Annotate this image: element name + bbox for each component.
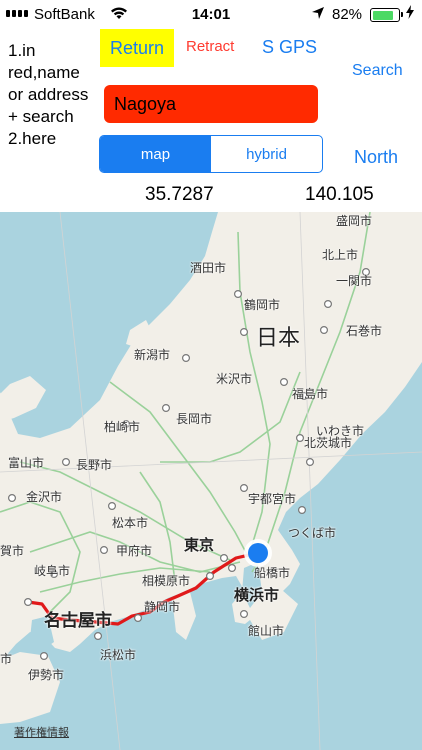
map-label-shizuoka: 静岡市: [144, 600, 181, 614]
north-button[interactable]: North: [354, 147, 398, 168]
instructions-text: 1.in red,name or address + search 2.here: [8, 41, 89, 148]
longitude-readout: 140.105: [305, 184, 374, 205]
map-type-segmented-control[interactable]: map hybrid: [99, 135, 323, 173]
map-attribution-link[interactable]: 著作権情報: [14, 724, 69, 740]
map-label-nagano: 長野市: [76, 458, 113, 472]
map-label-fukushima: 福島市: [292, 387, 329, 401]
map-label-tateyama: 館山市: [248, 624, 285, 638]
map-label-nagaoka: 長岡市: [176, 412, 213, 426]
map-label-ichinoseki: 一関市: [336, 274, 373, 288]
charging-bolt-icon: [406, 5, 414, 22]
map-label-kashiwazaki: 柏崎市: [104, 420, 141, 434]
map-label-morioka: 盛岡市: [336, 214, 373, 228]
map-type-hybrid-option[interactable]: hybrid: [211, 136, 322, 172]
map-label-funabashi: 船橋市: [254, 566, 291, 580]
map-label-ise: 伊勢市: [28, 668, 65, 682]
map-label-partial-left: 賀市: [0, 544, 25, 558]
place-search-input[interactable]: [104, 85, 318, 123]
map-label-tsukuba: つくば市: [288, 526, 337, 540]
map-label-tokyo: 東京: [184, 536, 215, 554]
map-label-utsunomiya: 宇都宮市: [248, 492, 297, 506]
map-label-kofu: 甲府市: [116, 544, 153, 558]
battery-icon: [370, 8, 403, 22]
latitude-readout: 35.7287: [145, 184, 214, 205]
map-view[interactable]: 盛岡市 酒田市 北上市 一関市 鶴岡市 日本 石巻市 新潟市 米沢市 福島市 柏…: [0, 212, 422, 750]
location-arrow-icon: [311, 6, 325, 24]
map-label-yokohama: 横浜市: [234, 586, 280, 604]
map-label-ishinomaki: 石巻市: [346, 324, 383, 338]
map-label-yonezawa: 米沢市: [216, 372, 253, 386]
s-gps-button[interactable]: S GPS: [262, 37, 317, 58]
map-label-kitaibaraki: 北茨城市: [304, 436, 353, 450]
map-label-gifu: 岐阜市: [34, 564, 71, 578]
map-label-tsuruoka: 鶴岡市: [244, 298, 281, 312]
search-button[interactable]: Search: [352, 62, 403, 80]
current-location-dot: [248, 543, 268, 563]
map-label-japan: 日本: [256, 326, 301, 351]
map-label-hamamatsu: 浜松市: [100, 648, 137, 662]
map-label-matsumoto: 松本市: [112, 516, 149, 530]
map-label-kitakami: 北上市: [322, 248, 359, 262]
map-label-nagoya: 名古屋市: [44, 611, 112, 631]
retract-button[interactable]: Retract: [186, 38, 234, 55]
map-label-kanazawa: 金沢市: [26, 490, 63, 504]
map-label-toyama: 富山市: [8, 456, 45, 470]
return-button[interactable]: Return: [100, 29, 174, 67]
battery-percent: 82%: [332, 6, 363, 23]
map-label-niigata: 新潟市: [134, 348, 171, 362]
map-label-sakata: 酒田市: [190, 261, 227, 275]
map-label-partial-bottom-left: 市: [0, 652, 13, 666]
map-label-sagamihara: 相模原市: [142, 574, 191, 588]
status-bar: SoftBank 14:01 82%: [0, 0, 422, 30]
map-type-map-option[interactable]: map: [100, 136, 211, 172]
